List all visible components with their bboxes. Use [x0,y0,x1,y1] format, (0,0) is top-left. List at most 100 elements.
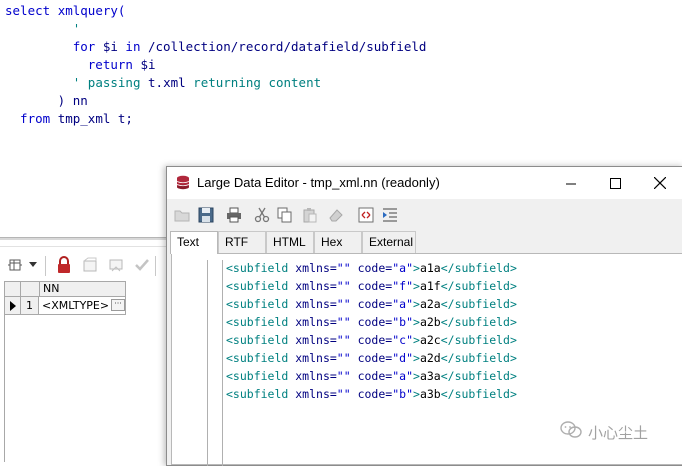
dialog-tabs: Text RTF HTML Hex External [170,231,680,254]
xml-value: a3a [419,369,441,383]
close-button[interactable] [637,167,682,199]
sql-token: ' [5,21,81,36]
sql-line: select xmlquery( [5,2,125,20]
xml-markup: > [413,297,420,311]
xml-markup: > [413,351,420,365]
watermark-text: 小心尘土 [588,423,649,442]
xml-markup: " [406,387,414,401]
delete-record-icon[interactable] [106,255,126,275]
xml-markup: <subfield [226,333,296,347]
xml-markup: "" [336,279,351,293]
xml-markup: xmlns= [295,333,337,347]
grid-rownum-header [21,282,39,296]
indent-icon[interactable] [380,205,400,225]
xml-markup: "" [336,351,351,365]
sql-token: /collection/record/datafield/subfield [148,39,427,54]
grid-corner [5,282,21,296]
minimize-button[interactable] [548,167,594,199]
xml-markup: xmlns= [295,387,337,401]
sql-token: returning [193,75,269,90]
xml-markup: " [406,315,414,329]
copy-icon[interactable] [275,205,295,225]
xml-markup: > [413,315,420,329]
tab-html[interactable]: HTML [266,231,314,253]
xml-line: <subfield xmlns="" code="a">a1a</subfiel… [226,259,517,277]
xml-markup: </subfield> [440,297,517,311]
wechat-icon [560,421,582,443]
xml-markup: "" [336,369,351,383]
lock-icon[interactable] [54,255,74,275]
sql-line: ' [5,20,81,38]
dialog-title: Large Data Editor - tmp_xml.nn (readonly… [197,175,440,190]
xml-markup: <subfield [226,279,296,293]
column-header-nn[interactable]: NN [39,282,125,296]
tab-text[interactable]: Text [170,231,218,254]
xml-markup: code= [350,297,393,311]
save-icon[interactable] [196,205,216,225]
tab-external[interactable]: External [362,231,416,253]
xml-markup: </subfield> [440,315,517,329]
xml-markup: " [406,333,414,347]
xml-line: <subfield xmlns="" code="b">a3b</subfiel… [226,385,517,403]
xml-markup: xmlns= [295,297,337,311]
sql-token: $i [102,39,126,54]
sql-token: $i [140,57,156,72]
xml-markup: xmlns= [295,351,337,365]
dialog-toolbar [167,199,682,229]
sql-token: from [5,111,58,126]
print-icon[interactable] [224,205,244,225]
paste-icon[interactable] [300,205,320,225]
row-pointer-icon [5,297,21,314]
maximize-button[interactable] [592,167,638,199]
result-toolbar [0,246,170,284]
xml-markup: </subfield> [440,333,517,347]
dialog-titlebar[interactable]: Large Data Editor - tmp_xml.nn (readonly… [167,167,682,199]
result-grid[interactable]: NN 1 <XMLTYPE> ··· [4,281,170,462]
xml-markup: xmlns= [295,261,337,275]
database-icon [176,175,192,191]
ellipsis-button[interactable]: ··· [111,299,125,311]
xml-markup: </subfield> [440,387,517,401]
xml-markup: <subfield [226,297,296,311]
xml-value: a2d [419,351,441,365]
xml-markup: xmlns= [295,369,337,383]
open-folder-icon[interactable] [173,205,193,225]
xml-markup: code= [350,315,393,329]
xml-markup: > [413,333,420,347]
toolbar-separator [155,256,156,276]
sql-line: from tmp_xml t; [5,110,133,128]
post-check-icon[interactable] [132,255,152,275]
xml-line: <subfield xmlns="" code="c">a2c</subfiel… [226,331,517,349]
sql-token: content [268,75,322,90]
table-row[interactable]: 1 <XMLTYPE> ··· [4,297,126,315]
tab-hex[interactable]: Hex [314,231,362,253]
sql-line: return $i [5,56,156,74]
xml-line: <subfield xmlns="" code="a">a3a</subfiel… [226,367,517,385]
insert-record-icon[interactable] [80,255,100,275]
row-number: 1 [21,297,39,314]
xml-markup: </subfield> [440,261,517,275]
cut-icon[interactable] [252,205,272,225]
xml-markup: code= [350,387,393,401]
chevron-down-icon[interactable] [27,255,39,275]
xml-markup: "" [336,297,351,311]
eraser-icon[interactable] [326,205,346,225]
sql-line: ' passing t.xml returning content [5,74,321,92]
sql-token: in [125,39,148,54]
xml-line: <subfield xmlns="" code="f">a1f</subfiel… [226,277,517,295]
xml-markup: > [413,369,420,383]
xml-markup: xmlns= [295,279,337,293]
cell-nn-value[interactable]: <XMLTYPE> [42,297,109,314]
xml-markup: "" [336,333,351,347]
xml-value: a1f [419,279,441,293]
xml-value: a3b [419,387,441,401]
sql-token: passing [87,75,149,90]
xml-markup: <subfield [226,369,296,383]
xml-markup: <subfield [226,315,296,329]
grid-border [4,315,5,462]
wrap-text-icon[interactable] [356,205,376,225]
grid-options-icon[interactable] [6,255,26,275]
sql-token: nn [72,93,88,108]
xml-markup: code= [350,261,393,275]
tab-rtf[interactable]: RTF [218,231,266,253]
